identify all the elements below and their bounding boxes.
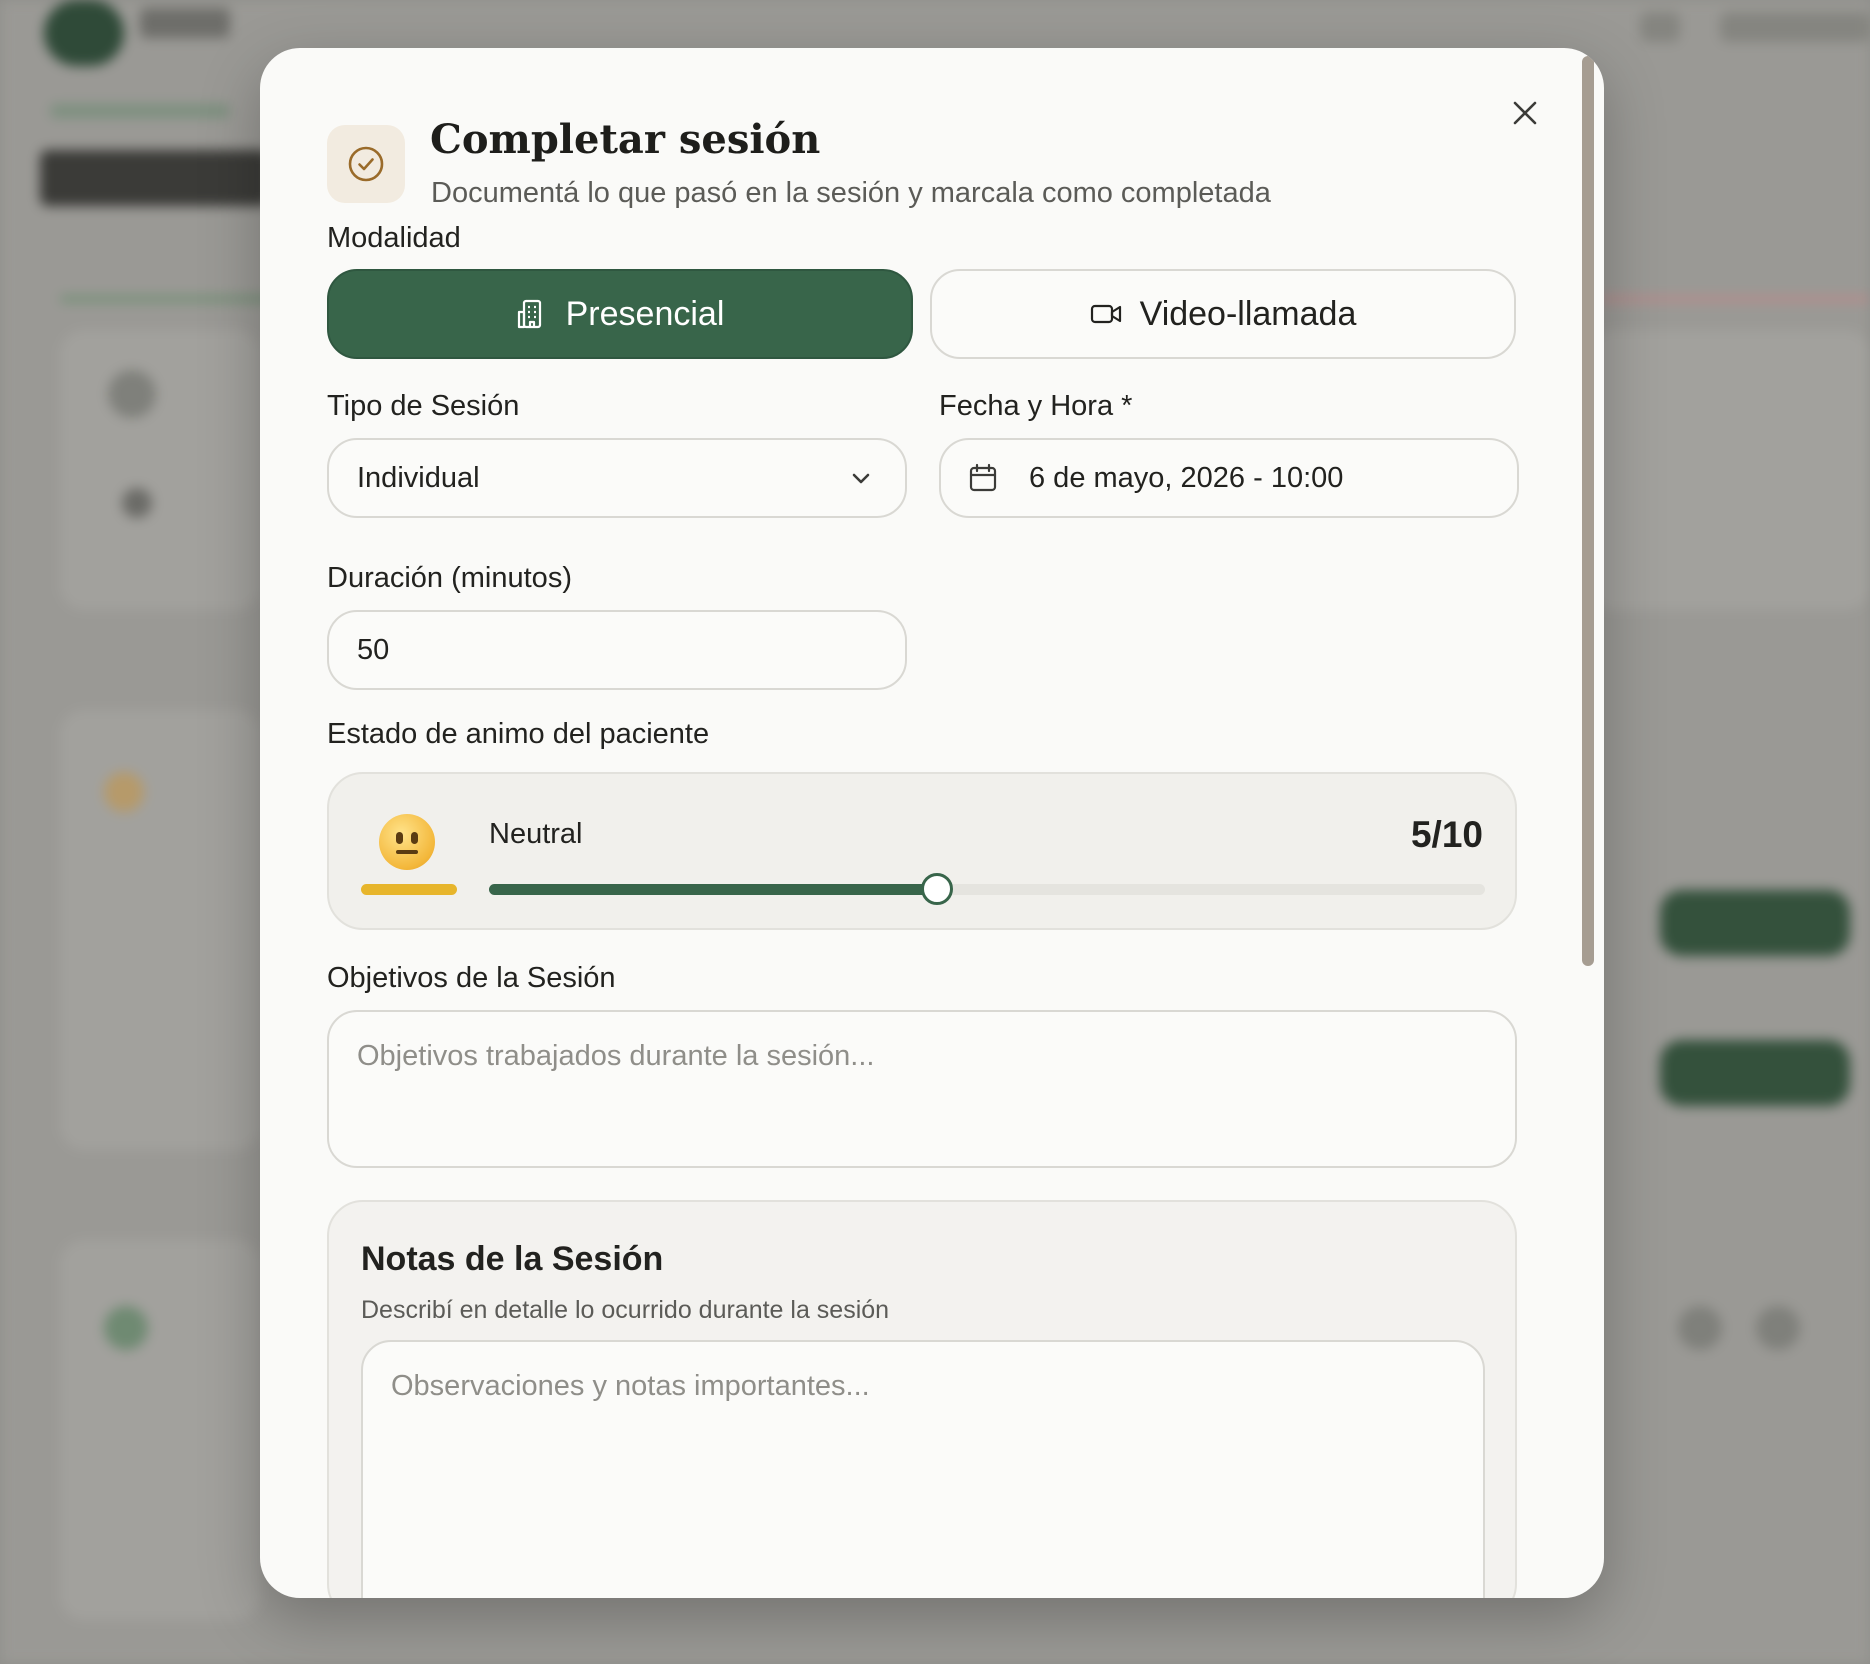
fecha-hora-value: 6 de mayo, 2026 - 10:00 — [1029, 461, 1344, 494]
app-logo — [44, 0, 124, 66]
bg-button — [1660, 890, 1850, 956]
bg-icon — [104, 1306, 148, 1350]
bg-progress — [60, 296, 280, 302]
objetivos-label: Objetivos de la Sesión — [327, 962, 616, 994]
fecha-hora-input[interactable]: 6 de mayo, 2026 - 10:00 — [939, 438, 1519, 518]
bg-button — [1660, 1040, 1850, 1106]
notas-card: Notas de la Sesión Describí en detalle l… — [327, 1200, 1517, 1598]
calendar-icon — [969, 463, 997, 492]
video-llamada-button[interactable]: Video-llamada — [930, 269, 1516, 359]
dialog-subtitle: Documentá lo que pasó en la sesión y mar… — [431, 177, 1271, 209]
mood-slider[interactable] — [489, 873, 1485, 905]
video-camera-icon — [1090, 304, 1121, 324]
duracion-input[interactable]: 50 — [327, 610, 907, 690]
bg-avatar — [108, 370, 156, 418]
bg-card — [60, 1240, 260, 1620]
bg-breadcrumb — [50, 104, 230, 118]
notas-subtitle: Describí en detalle lo ocurrido durante … — [361, 1296, 890, 1324]
presencial-button[interactable]: Presencial — [327, 269, 913, 359]
bg-icon — [1640, 12, 1680, 42]
duracion-value: 50 — [357, 633, 390, 666]
bg-icon — [104, 772, 144, 812]
estado-animo-label: Estado de animo del paciente — [327, 718, 710, 750]
app-name-placeholder — [140, 8, 230, 38]
mood-slider-thumb[interactable] — [921, 873, 953, 905]
bg-card — [60, 710, 260, 1150]
bg-icon — [1678, 1306, 1722, 1350]
mood-score: 5/10 — [1410, 814, 1483, 855]
neutral-face-icon — [379, 814, 435, 870]
notas-textarea[interactable]: Observaciones y notas importantes... — [361, 1340, 1485, 1598]
tipo-sesion-label: Tipo de Sesión — [327, 390, 520, 422]
mood-indicator-bar — [361, 884, 457, 895]
tipo-sesion-select[interactable]: Individual — [327, 438, 907, 518]
tipo-sesion-value: Individual — [357, 461, 480, 494]
bg-icon — [1756, 1306, 1800, 1350]
chevron-down-icon — [852, 473, 870, 484]
bg-card — [1590, 330, 1870, 610]
bg-page-title — [40, 150, 270, 206]
mood-card: Neutral 5/10 — [327, 772, 1517, 930]
mood-label: Neutral — [489, 818, 583, 850]
bg-card — [60, 330, 260, 610]
notas-placeholder: Observaciones y notas importantes... — [391, 1370, 870, 1402]
building-icon — [517, 299, 541, 329]
close-icon — [1513, 101, 1537, 125]
bg-icon — [122, 488, 152, 518]
notas-title: Notas de la Sesión — [361, 1240, 664, 1278]
objetivos-placeholder: Objetivos trabajados durante la sesión..… — [357, 1040, 875, 1072]
fecha-hora-label: Fecha y Hora * — [939, 390, 1133, 422]
duracion-label: Duración (minutos) — [327, 562, 572, 594]
modal-scrollbar[interactable] — [1582, 56, 1594, 966]
objetivos-textarea[interactable]: Objetivos trabajados durante la sesión..… — [327, 1010, 1517, 1168]
bg-user-menu — [1720, 12, 1870, 42]
check-circle-icon — [348, 146, 384, 182]
bg-progress — [1600, 296, 1870, 302]
video-llamada-label: Video-llamada — [1139, 294, 1357, 333]
complete-session-dialog: Completar sesión Documentá lo que pasó e… — [260, 48, 1604, 1598]
header-icon-box — [327, 125, 405, 203]
modalidad-label: Modalidad — [327, 222, 461, 254]
dialog-title: Completar sesión — [430, 116, 821, 163]
presencial-label: Presencial — [565, 294, 725, 333]
mood-slider-fill — [489, 884, 937, 895]
close-button[interactable] — [1505, 93, 1545, 133]
